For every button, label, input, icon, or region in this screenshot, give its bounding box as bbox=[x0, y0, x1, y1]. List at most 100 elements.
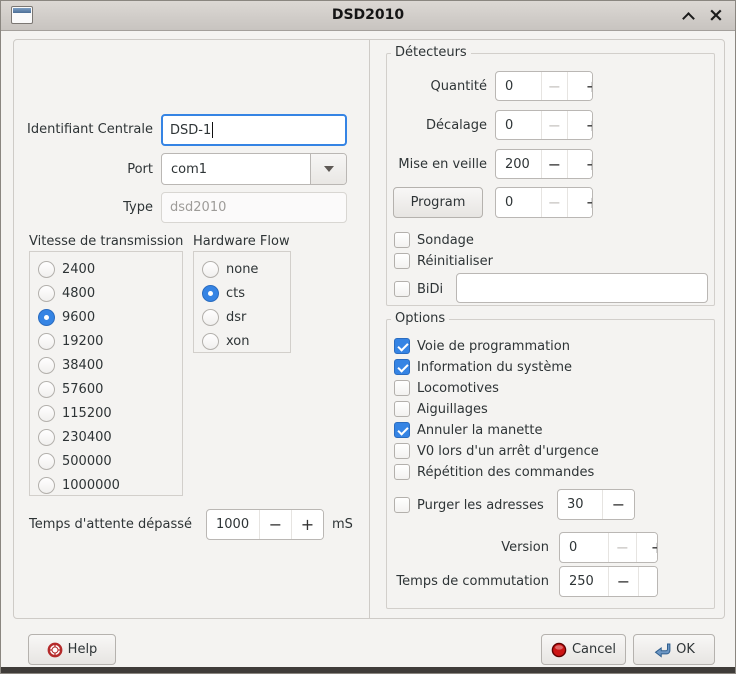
identifiant-value: DSD-1 bbox=[170, 123, 211, 138]
bidi-input[interactable] bbox=[456, 273, 708, 303]
identifiant-input[interactable]: DSD-1 bbox=[161, 114, 347, 146]
mise-en-veille-label: Mise en veille bbox=[347, 149, 487, 179]
port-dropdown-button[interactable] bbox=[310, 154, 346, 184]
minus-icon[interactable]: − bbox=[541, 72, 567, 100]
plus-icon[interactable]: + bbox=[567, 111, 593, 139]
timeout-value: 1000 bbox=[207, 510, 259, 539]
quantite-value: 0 bbox=[496, 72, 541, 100]
radio-icon bbox=[38, 429, 55, 446]
port-label: Port bbox=[17, 153, 153, 185]
commutation-spinbox[interactable]: 250 − + bbox=[559, 566, 658, 597]
radio-xon[interactable]: xon bbox=[202, 331, 290, 351]
minus-icon[interactable]: − bbox=[259, 510, 291, 539]
radio-icon bbox=[38, 477, 55, 494]
repetition-des-commandes-checkbox[interactable]: Répétition des commandes bbox=[394, 463, 594, 481]
radio-19200[interactable]: 19200 bbox=[38, 331, 182, 351]
radio-38400[interactable]: 38400 bbox=[38, 355, 182, 375]
close-button[interactable]: × bbox=[703, 1, 729, 31]
radio-selected-icon bbox=[202, 285, 219, 302]
type-value: dsd2010 bbox=[170, 200, 226, 215]
quantite-label: Quantité bbox=[347, 71, 487, 101]
bidi-checkbox[interactable]: BiDi bbox=[394, 280, 443, 298]
decalage-value: 0 bbox=[496, 111, 541, 139]
radio-icon bbox=[202, 261, 219, 278]
plus-icon[interactable]: + bbox=[567, 150, 593, 178]
voie-de-programmation-checkbox[interactable]: Voie de programmation bbox=[394, 337, 570, 355]
plus-icon[interactable]: + bbox=[636, 533, 658, 562]
minus-icon[interactable]: − bbox=[608, 533, 636, 562]
checkbox-checked-icon bbox=[394, 359, 410, 375]
sondage-checkbox[interactable]: Sondage bbox=[394, 231, 474, 249]
plus-icon[interactable]: + bbox=[567, 72, 593, 100]
radio-icon bbox=[38, 285, 55, 302]
decalage-spinbox[interactable]: 0 − + bbox=[495, 110, 593, 140]
purger-spinbox[interactable]: 30 − bbox=[557, 489, 635, 520]
radio-2400[interactable]: 2400 bbox=[38, 259, 182, 279]
minus-icon[interactable]: − bbox=[541, 150, 567, 178]
version-value: 0 bbox=[560, 533, 608, 562]
radio-9600[interactable]: 9600 bbox=[38, 307, 182, 327]
radio-icon bbox=[38, 357, 55, 374]
checkbox-checked-icon bbox=[394, 338, 410, 354]
help-button[interactable]: Help bbox=[28, 634, 116, 665]
quantite-spinbox[interactable]: 0 − + bbox=[495, 71, 593, 101]
radio-icon bbox=[38, 405, 55, 422]
shade-button[interactable] bbox=[675, 1, 701, 31]
ok-button[interactable]: OK bbox=[633, 634, 715, 665]
radio-icon bbox=[202, 333, 219, 350]
vitesse-frame-label: Vitesse de transmission bbox=[29, 234, 183, 249]
v0-arret-urgence-checkbox[interactable]: V0 lors d'un arrêt d'urgence bbox=[394, 442, 599, 460]
radio-230400[interactable]: 230400 bbox=[38, 427, 182, 447]
program-spinbox[interactable]: 0 − + bbox=[495, 187, 593, 218]
type-label: Type bbox=[17, 192, 153, 223]
annuler-la-manette-checkbox[interactable]: Annuler la manette bbox=[394, 421, 542, 439]
minus-icon[interactable]: − bbox=[608, 567, 638, 596]
minus-icon[interactable]: − bbox=[541, 111, 567, 139]
checkbox-icon bbox=[394, 497, 410, 513]
radio-57600[interactable]: 57600 bbox=[38, 379, 182, 399]
radio-cts[interactable]: cts bbox=[202, 283, 290, 303]
radio-500000[interactable]: 500000 bbox=[38, 451, 182, 471]
locomotives-checkbox[interactable]: Locomotives bbox=[394, 379, 499, 397]
checkbox-icon bbox=[394, 232, 410, 248]
program-button-label: Program bbox=[411, 195, 466, 210]
timeout-spinbox[interactable]: 1000 − + bbox=[206, 509, 324, 540]
checkbox-icon bbox=[394, 464, 410, 480]
radio-icon bbox=[38, 333, 55, 350]
port-combobox[interactable]: com1 bbox=[161, 153, 347, 185]
help-lifebuoy-icon bbox=[47, 642, 63, 658]
version-label: Version bbox=[401, 532, 549, 563]
help-button-label: Help bbox=[68, 642, 98, 657]
radio-1000000[interactable]: 1000000 bbox=[38, 475, 182, 495]
decalage-label: Décalage bbox=[347, 110, 487, 140]
reinitialiser-checkbox[interactable]: Réinitialiser bbox=[394, 252, 493, 270]
plus-icon[interactable]: + bbox=[567, 188, 593, 217]
checkbox-icon bbox=[394, 281, 410, 297]
radio-115200[interactable]: 115200 bbox=[38, 403, 182, 423]
version-spinbox[interactable]: 0 − + bbox=[559, 532, 658, 563]
program-button[interactable]: Program bbox=[393, 187, 483, 218]
plus-icon[interactable]: + bbox=[291, 510, 323, 539]
title-bar: DSD2010 × bbox=[1, 1, 735, 31]
radio-icon bbox=[202, 309, 219, 326]
program-value: 0 bbox=[496, 188, 541, 217]
information-du-systeme-checkbox[interactable]: Information du système bbox=[394, 358, 572, 376]
minus-icon[interactable]: − bbox=[541, 188, 567, 217]
checkbox-checked-icon bbox=[394, 422, 410, 438]
aiguillages-checkbox[interactable]: Aiguillages bbox=[394, 400, 488, 418]
radio-none[interactable]: none bbox=[202, 259, 290, 279]
cancel-button[interactable]: Cancel bbox=[541, 634, 626, 665]
radio-4800[interactable]: 4800 bbox=[38, 283, 182, 303]
mise-en-veille-spinbox[interactable]: 200 − + bbox=[495, 149, 593, 179]
plus-icon[interactable]: + bbox=[638, 567, 658, 596]
port-value: com1 bbox=[162, 154, 310, 184]
type-input: dsd2010 bbox=[161, 192, 347, 223]
window-bottom-edge bbox=[1, 667, 735, 673]
commutation-value: 250 bbox=[560, 567, 608, 596]
purger-les-adresses-checkbox[interactable]: Purger les adresses bbox=[394, 496, 544, 514]
hardware-flow-radio-group: none cts dsr xon bbox=[193, 251, 291, 353]
minus-icon[interactable]: − bbox=[602, 490, 634, 519]
radio-dsr[interactable]: dsr bbox=[202, 307, 290, 327]
ok-enter-arrow-icon bbox=[653, 642, 671, 658]
window-title: DSD2010 bbox=[1, 7, 735, 23]
